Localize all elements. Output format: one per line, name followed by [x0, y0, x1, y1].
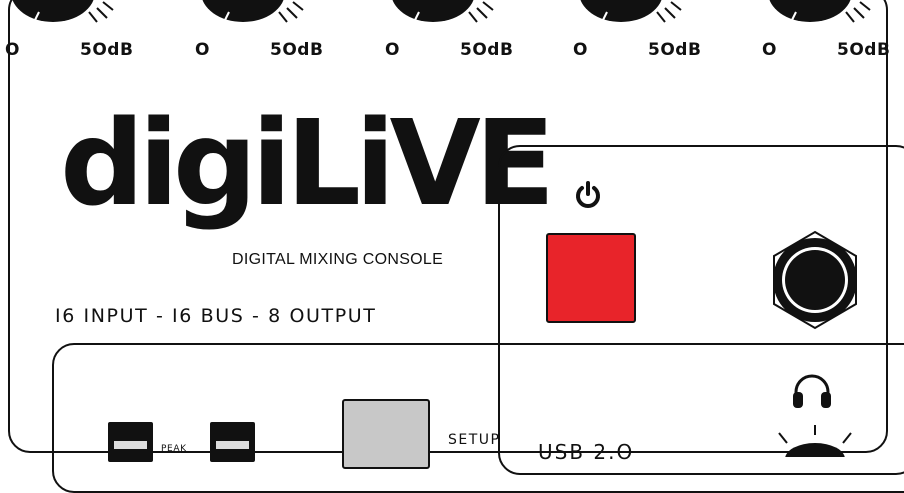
- phones-level-knob[interactable]: [775, 425, 855, 457]
- headphone-icon: [793, 374, 831, 408]
- logo-subtitle: DIGITAL MIXING CONSOLE: [232, 251, 444, 268]
- gain-knob-4[interactable]: O 5OdB: [573, 0, 753, 70]
- knob-min-label: O: [573, 40, 588, 60]
- brand-logo: digiLiVE DIGITAL MIXING CONSOLE: [60, 104, 555, 288]
- usb-label: USB 2.O: [538, 440, 635, 464]
- gain-knob-1[interactable]: O 5OdB: [5, 0, 185, 70]
- knob-min-label: O: [195, 40, 210, 60]
- power-icon: [576, 181, 600, 208]
- knob-dial-icon: [769, 0, 871, 25]
- knob-min-label: O: [385, 40, 400, 60]
- knob-dial-icon: [12, 0, 114, 25]
- logo-wordmark: digiLiVE: [60, 94, 555, 232]
- knob-min-label: O: [5, 40, 20, 60]
- gain-knob-5[interactable]: O 5OdB: [762, 0, 904, 70]
- peak-label: PEAK: [161, 444, 187, 454]
- headphone-jack[interactable]: [763, 228, 867, 332]
- setup-label: SETUP: [448, 432, 501, 448]
- gain-knob-2[interactable]: O 5OdB: [195, 0, 375, 70]
- knob-max-label: 5OdB: [460, 40, 514, 60]
- knob-dial-icon: [580, 0, 682, 25]
- knob-dial-icon: [392, 0, 494, 25]
- knob-max-label: 5OdB: [837, 40, 891, 60]
- peak-led-left: [108, 422, 153, 462]
- power-button[interactable]: [546, 233, 636, 323]
- knob-max-label: 5OdB: [270, 40, 324, 60]
- knob-max-label: 5OdB: [648, 40, 702, 60]
- peak-led-right: [210, 422, 255, 462]
- setup-button[interactable]: [342, 399, 430, 469]
- spec-line: I6 INPUT - I6 BUS - 8 OUTPUT: [55, 305, 377, 327]
- knob-min-label: O: [762, 40, 777, 60]
- gain-knob-3[interactable]: O 5OdB: [385, 0, 565, 70]
- lower-control-panel: [52, 343, 904, 493]
- knob-dial-icon: [202, 0, 304, 25]
- knob-max-label: 5OdB: [80, 40, 134, 60]
